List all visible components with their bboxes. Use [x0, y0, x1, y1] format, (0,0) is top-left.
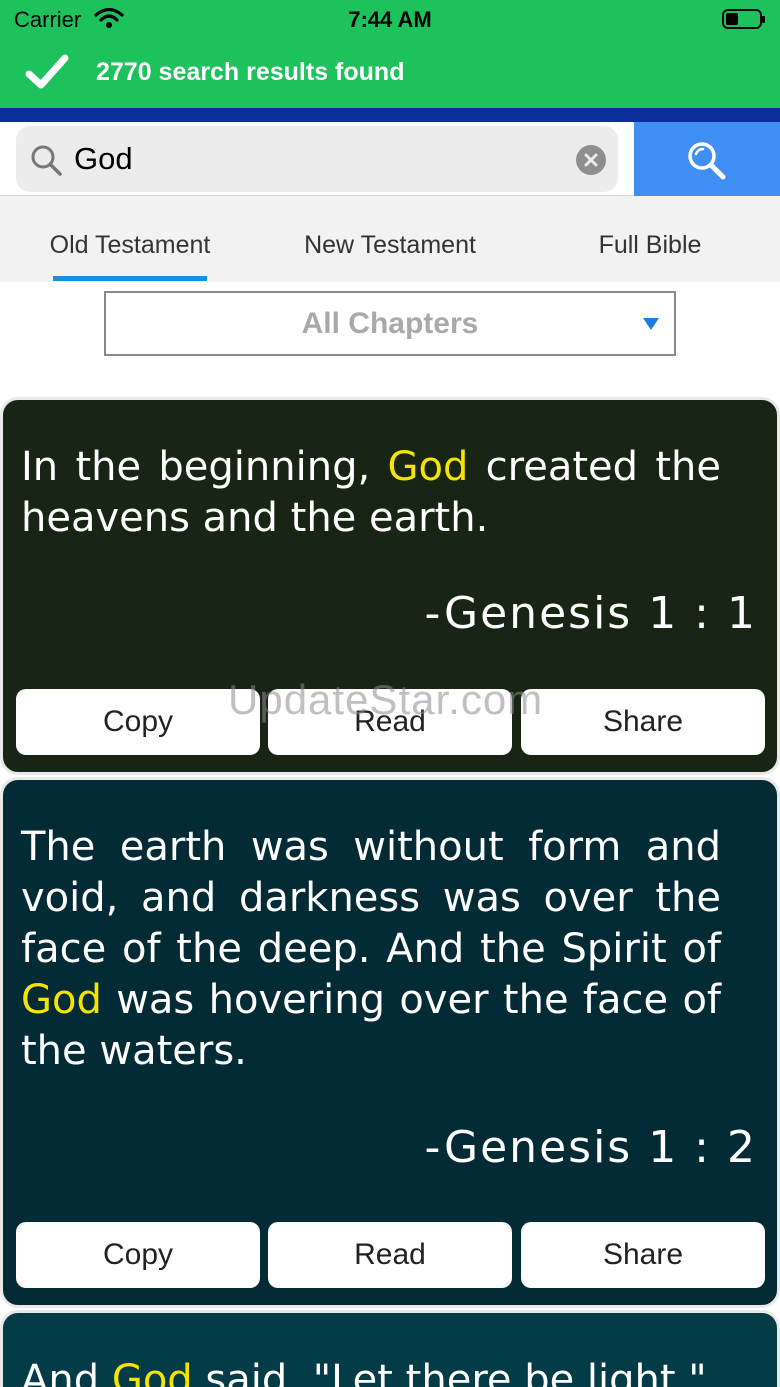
verse-card: The earth was without form and void, and…: [0, 777, 780, 1308]
copy-button[interactable]: Copy: [16, 689, 260, 755]
verse-text: The earth was without form and void, and…: [21, 824, 721, 1074]
results-count-message: 2770 search results found: [96, 58, 405, 86]
search-input[interactable]: [74, 136, 564, 182]
search-icon: [688, 142, 726, 180]
search-bar: [0, 122, 780, 196]
active-tab-indicator: [53, 276, 207, 281]
search-button[interactable]: [634, 122, 780, 196]
verse-card: In the beginning, God created the heaven…: [0, 397, 780, 775]
share-button[interactable]: Share: [521, 689, 765, 755]
share-button[interactable]: Share: [521, 1222, 765, 1288]
clock: 7:44 AM: [348, 7, 432, 32]
search-field-container[interactable]: [16, 126, 618, 192]
dropdown-arrow-icon: [643, 318, 659, 330]
battery-icon: [722, 9, 765, 29]
verse-reference: -Genesis 1 : 1: [424, 588, 757, 639]
highlighted-term: God: [387, 444, 469, 490]
highlighted-term: God: [21, 977, 102, 1023]
testament-tabs: Old Testament New Testament Full Bible: [0, 196, 780, 282]
verse-card: And God said, "Let there be light,": [0, 1310, 780, 1387]
clear-search-icon[interactable]: [576, 145, 606, 175]
results-banner: 2770 search results found: [0, 38, 780, 108]
verse-text: And God said, "Let there be light,": [21, 1355, 721, 1387]
read-button[interactable]: Read: [268, 689, 512, 755]
read-button[interactable]: Read: [268, 1222, 512, 1288]
tab-full-bible[interactable]: Full Bible: [520, 196, 780, 282]
copy-button[interactable]: Copy: [16, 1222, 260, 1288]
verse-reference: -Genesis 1 : 2: [424, 1122, 757, 1173]
checkmark-icon: [25, 54, 69, 89]
chapter-dropdown[interactable]: All Chapters: [104, 291, 676, 356]
status-bar: Carrier 7:44 AM: [0, 0, 780, 38]
tab-old-testament[interactable]: Old Testament: [0, 196, 260, 282]
search-icon: [31, 145, 62, 176]
divider-strip: [0, 108, 780, 122]
chapter-dropdown-value: All Chapters: [301, 307, 479, 340]
highlighted-term: God: [111, 1357, 193, 1387]
verse-text: In the beginning, God created the heaven…: [21, 444, 722, 541]
tab-new-testament[interactable]: New Testament: [260, 196, 520, 282]
